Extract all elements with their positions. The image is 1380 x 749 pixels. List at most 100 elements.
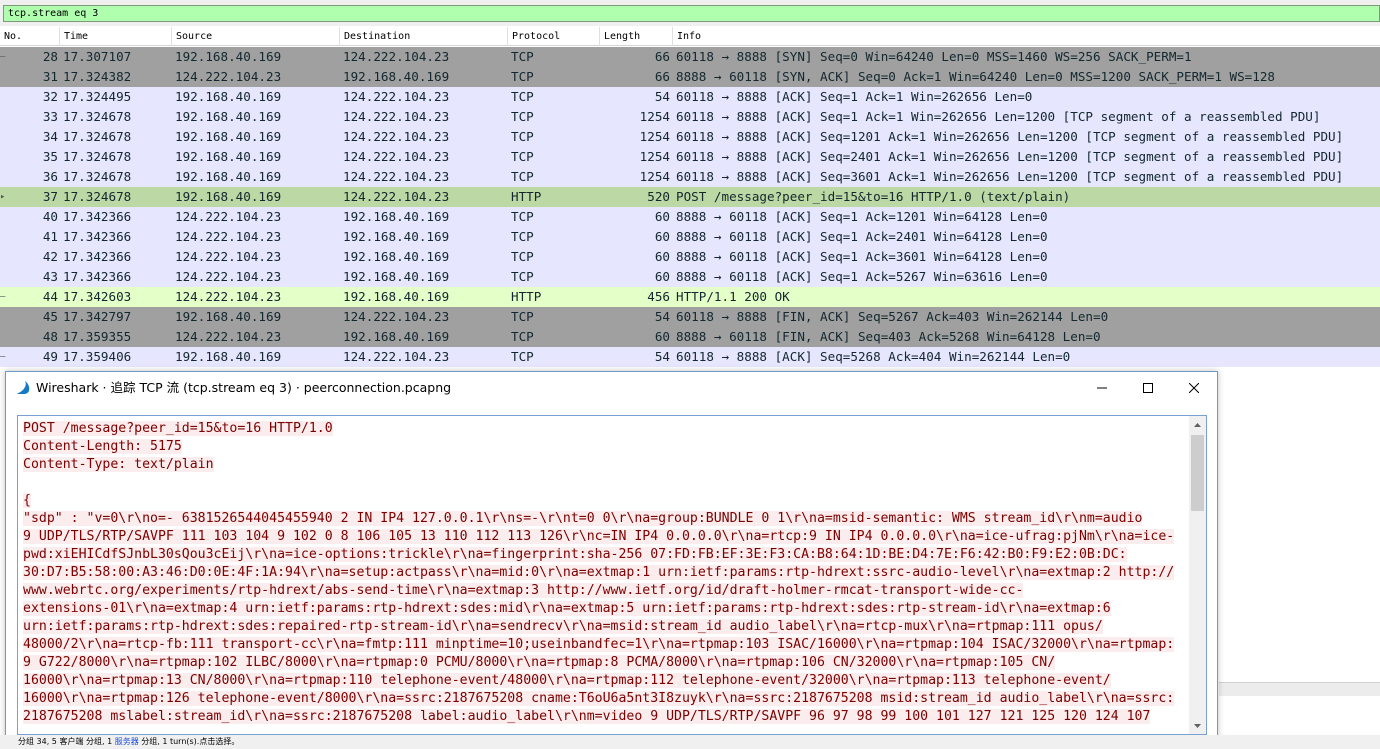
stream-line: extensions-01\r\na=extmap:4 urn:ietf:par… [23,600,1190,618]
scroll-up-button[interactable] [1189,416,1206,433]
packet-info: 60118 → 8888 [FIN, ACK] Seq=5267 Ack=403… [676,309,1109,324]
packet-destination: 192.168.40.169 [343,209,450,224]
packet-number: 45 [42,309,58,324]
packet-row[interactable]: 40 17.342366 124.222.104.23 192.168.40.169 T… [0,207,1380,227]
packet-time: 17.342366 [63,269,132,284]
packet-time: 17.342366 [63,229,132,244]
stream-line-text: pwd:xiEHICdfSJnbL30sQou3cEij\r\na=ice-op… [23,547,1127,562]
column-header-destination[interactable]: Destination [339,27,507,46]
stream-line: 9 G722/8000\r\na=rtpmap:102 ILBC/8000\r\… [23,654,1190,672]
chevron-down-icon [1194,723,1201,728]
packet-destination: 192.168.40.169 [343,249,450,264]
stream-line: Content-Length: 5175 [23,438,1190,456]
packet-row[interactable]: 42 17.342366 124.222.104.23 192.168.40.169 T… [0,247,1380,267]
stream-line: POST /message?peer_id=15&to=16 HTTP/1.0 [23,420,1190,438]
packet-row[interactable]: –28 17.307107 192.168.40.169 124.222.104.23… [0,47,1380,67]
packet-number: 48 [42,329,58,344]
dialog-titlebar[interactable]: Wireshark · 追踪 TCP 流 (tcp.stream eq 3) ·… [6,372,1217,404]
packet-destination: 124.222.104.23 [343,109,450,124]
stream-line: pwd:xiEHICdfSJnbL30sQou3cEij\r\na=ice-op… [23,546,1190,564]
stream-line: 16000\r\na=rtpmap:13 CN/8000\r\na=rtpmap… [23,672,1190,690]
close-button[interactable] [1171,372,1217,404]
scroll-down-button[interactable] [1189,717,1206,734]
packet-row[interactable]: 48 17.359355 124.222.104.23 192.168.40.169 T… [0,327,1380,347]
packet-info: 8888 → 60118 [ACK] Seq=1 Ack=2401 Win=64… [676,229,1048,244]
stream-line: urn:ietf:params:rtp-hdrext:sdes:repaired… [23,618,1190,636]
packet-protocol: TCP [511,249,534,264]
packet-length: 520 [647,189,670,204]
packet-number: 36 [42,169,58,184]
packet-source: 192.168.40.169 [175,89,282,104]
packet-protocol: TCP [511,329,534,344]
close-icon [1189,383,1199,393]
stream-line: 16000\r\na=rtpmap:126 telephone-event/80… [23,690,1190,708]
maximize-icon [1143,383,1153,393]
packet-length: 456 [647,289,670,304]
packet-protocol: TCP [511,149,534,164]
packet-protocol: TCP [511,89,534,104]
display-filter-input[interactable]: tcp.stream eq 3 [3,5,1380,22]
packet-time: 17.307107 [63,49,132,64]
pane-splitter[interactable] [1219,682,1380,696]
packet-length: 60 [654,269,670,284]
packet-row[interactable]: 32 17.324495 192.168.40.169 124.222.104.23 T… [0,87,1380,107]
column-header-time[interactable]: Time [59,27,171,46]
packet-source: 192.168.40.169 [175,109,282,124]
packet-time: 17.324678 [63,189,132,204]
packet-info: 60118 → 8888 [ACK] Seq=1201 Ack=1 Win=26… [676,129,1344,144]
stream-line: "sdp" : "v=0\r\no=- 6381526544045455940 … [23,510,1190,528]
packet-info: 8888 → 60118 [SYN, ACK] Seq=0 Ack=1 Win=… [676,69,1275,84]
minimize-button[interactable] [1079,372,1125,404]
stream-text[interactable]: POST /message?peer_id=15&to=16 HTTP/1.0 C… [18,416,1190,734]
packet-row[interactable]: –49 17.359406 192.168.40.169 124.222.104.23… [0,347,1380,367]
packet-row[interactable]: 31 17.324382 124.222.104.23 192.168.40.169 T… [0,67,1380,87]
stream-line: 9 UDP/TLS/RTP/SAVPF 111 103 104 9 102 0 … [23,528,1190,546]
packet-row[interactable]: 41 17.342366 124.222.104.23 192.168.40.169 T… [0,227,1380,247]
packet-info: POST /message?peer_id=15&to=16 HTTP/1.0 … [676,189,1071,204]
column-header-no[interactable]: No. [0,27,58,46]
stream-line-text: "sdp" : "v=0\r\no=- 6381526544045455940 … [23,511,1143,526]
packet-number: 41 [42,229,58,244]
packet-destination: 124.222.104.23 [343,189,450,204]
column-header-source[interactable]: Source [171,27,339,46]
packet-row[interactable]: ▸ 37 17.324678 192.168.40.169 124.222.104.23… [0,187,1380,207]
packet-source: 124.222.104.23 [175,269,282,284]
stream-status-bar: 分组 34, 5 客户端 分组, 1 服务器 分组, 1 turn(s).点击选… [0,735,1380,749]
stream-line-text: Content-Length: 5175 [23,439,182,454]
packet-row[interactable]: 43 17.342366 124.222.104.23 192.168.40.169 T… [0,267,1380,287]
packet-protocol: HTTP [511,289,542,304]
packet-destination: 192.168.40.169 [343,69,450,84]
packet-row[interactable]: 45 17.342797 192.168.40.169 124.222.104.23 T… [0,307,1380,327]
packet-row[interactable]: 34 17.324678 192.168.40.169 124.222.104.23 T… [0,127,1380,147]
stream-line: { [23,492,1190,510]
column-header-info[interactable]: Info [672,27,1380,46]
packet-length: 54 [654,89,670,104]
packet-number: 33 [42,109,58,124]
column-header-protocol[interactable]: Protocol [507,27,599,46]
packet-info: 8888 → 60118 [ACK] Seq=1 Ack=5267 Win=63… [676,269,1048,284]
status-server-link[interactable]: 服务器 [115,737,139,746]
packet-length: 54 [654,309,670,324]
packet-length: 60 [654,249,670,264]
packet-info: 60118 → 8888 [ACK] Seq=1 Ack=1 Win=26265… [676,89,1033,104]
packet-length: 60 [654,229,670,244]
packet-number: 43 [42,269,58,284]
packet-protocol: TCP [511,349,534,364]
packet-source: 192.168.40.169 [175,189,282,204]
scrollbar-thumb[interactable] [1191,435,1204,511]
packet-row[interactable]: 36 17.324678 192.168.40.169 124.222.104.23 T… [0,167,1380,187]
packet-time: 17.342366 [63,249,132,264]
packet-time: 17.342797 [63,309,132,324]
packet-source: 192.168.40.169 [175,169,282,184]
column-header-length[interactable]: Length [599,27,672,46]
packet-number: 31 [42,69,58,84]
wireshark-fin-icon [15,381,30,395]
packet-row[interactable]: 33 17.324678 192.168.40.169 124.222.104.23 T… [0,107,1380,127]
packet-list: No. Time Source Destination Protocol Len… [0,27,1380,370]
vertical-scrollbar[interactable] [1189,416,1206,734]
packet-number: 42 [42,249,58,264]
packet-length: 66 [654,49,670,64]
packet-row[interactable]: 35 17.324678 192.168.40.169 124.222.104.23 T… [0,147,1380,167]
packet-row[interactable]: –44 17.342603 124.222.104.23 192.168.40.169… [0,287,1380,307]
maximize-button[interactable] [1125,372,1171,404]
